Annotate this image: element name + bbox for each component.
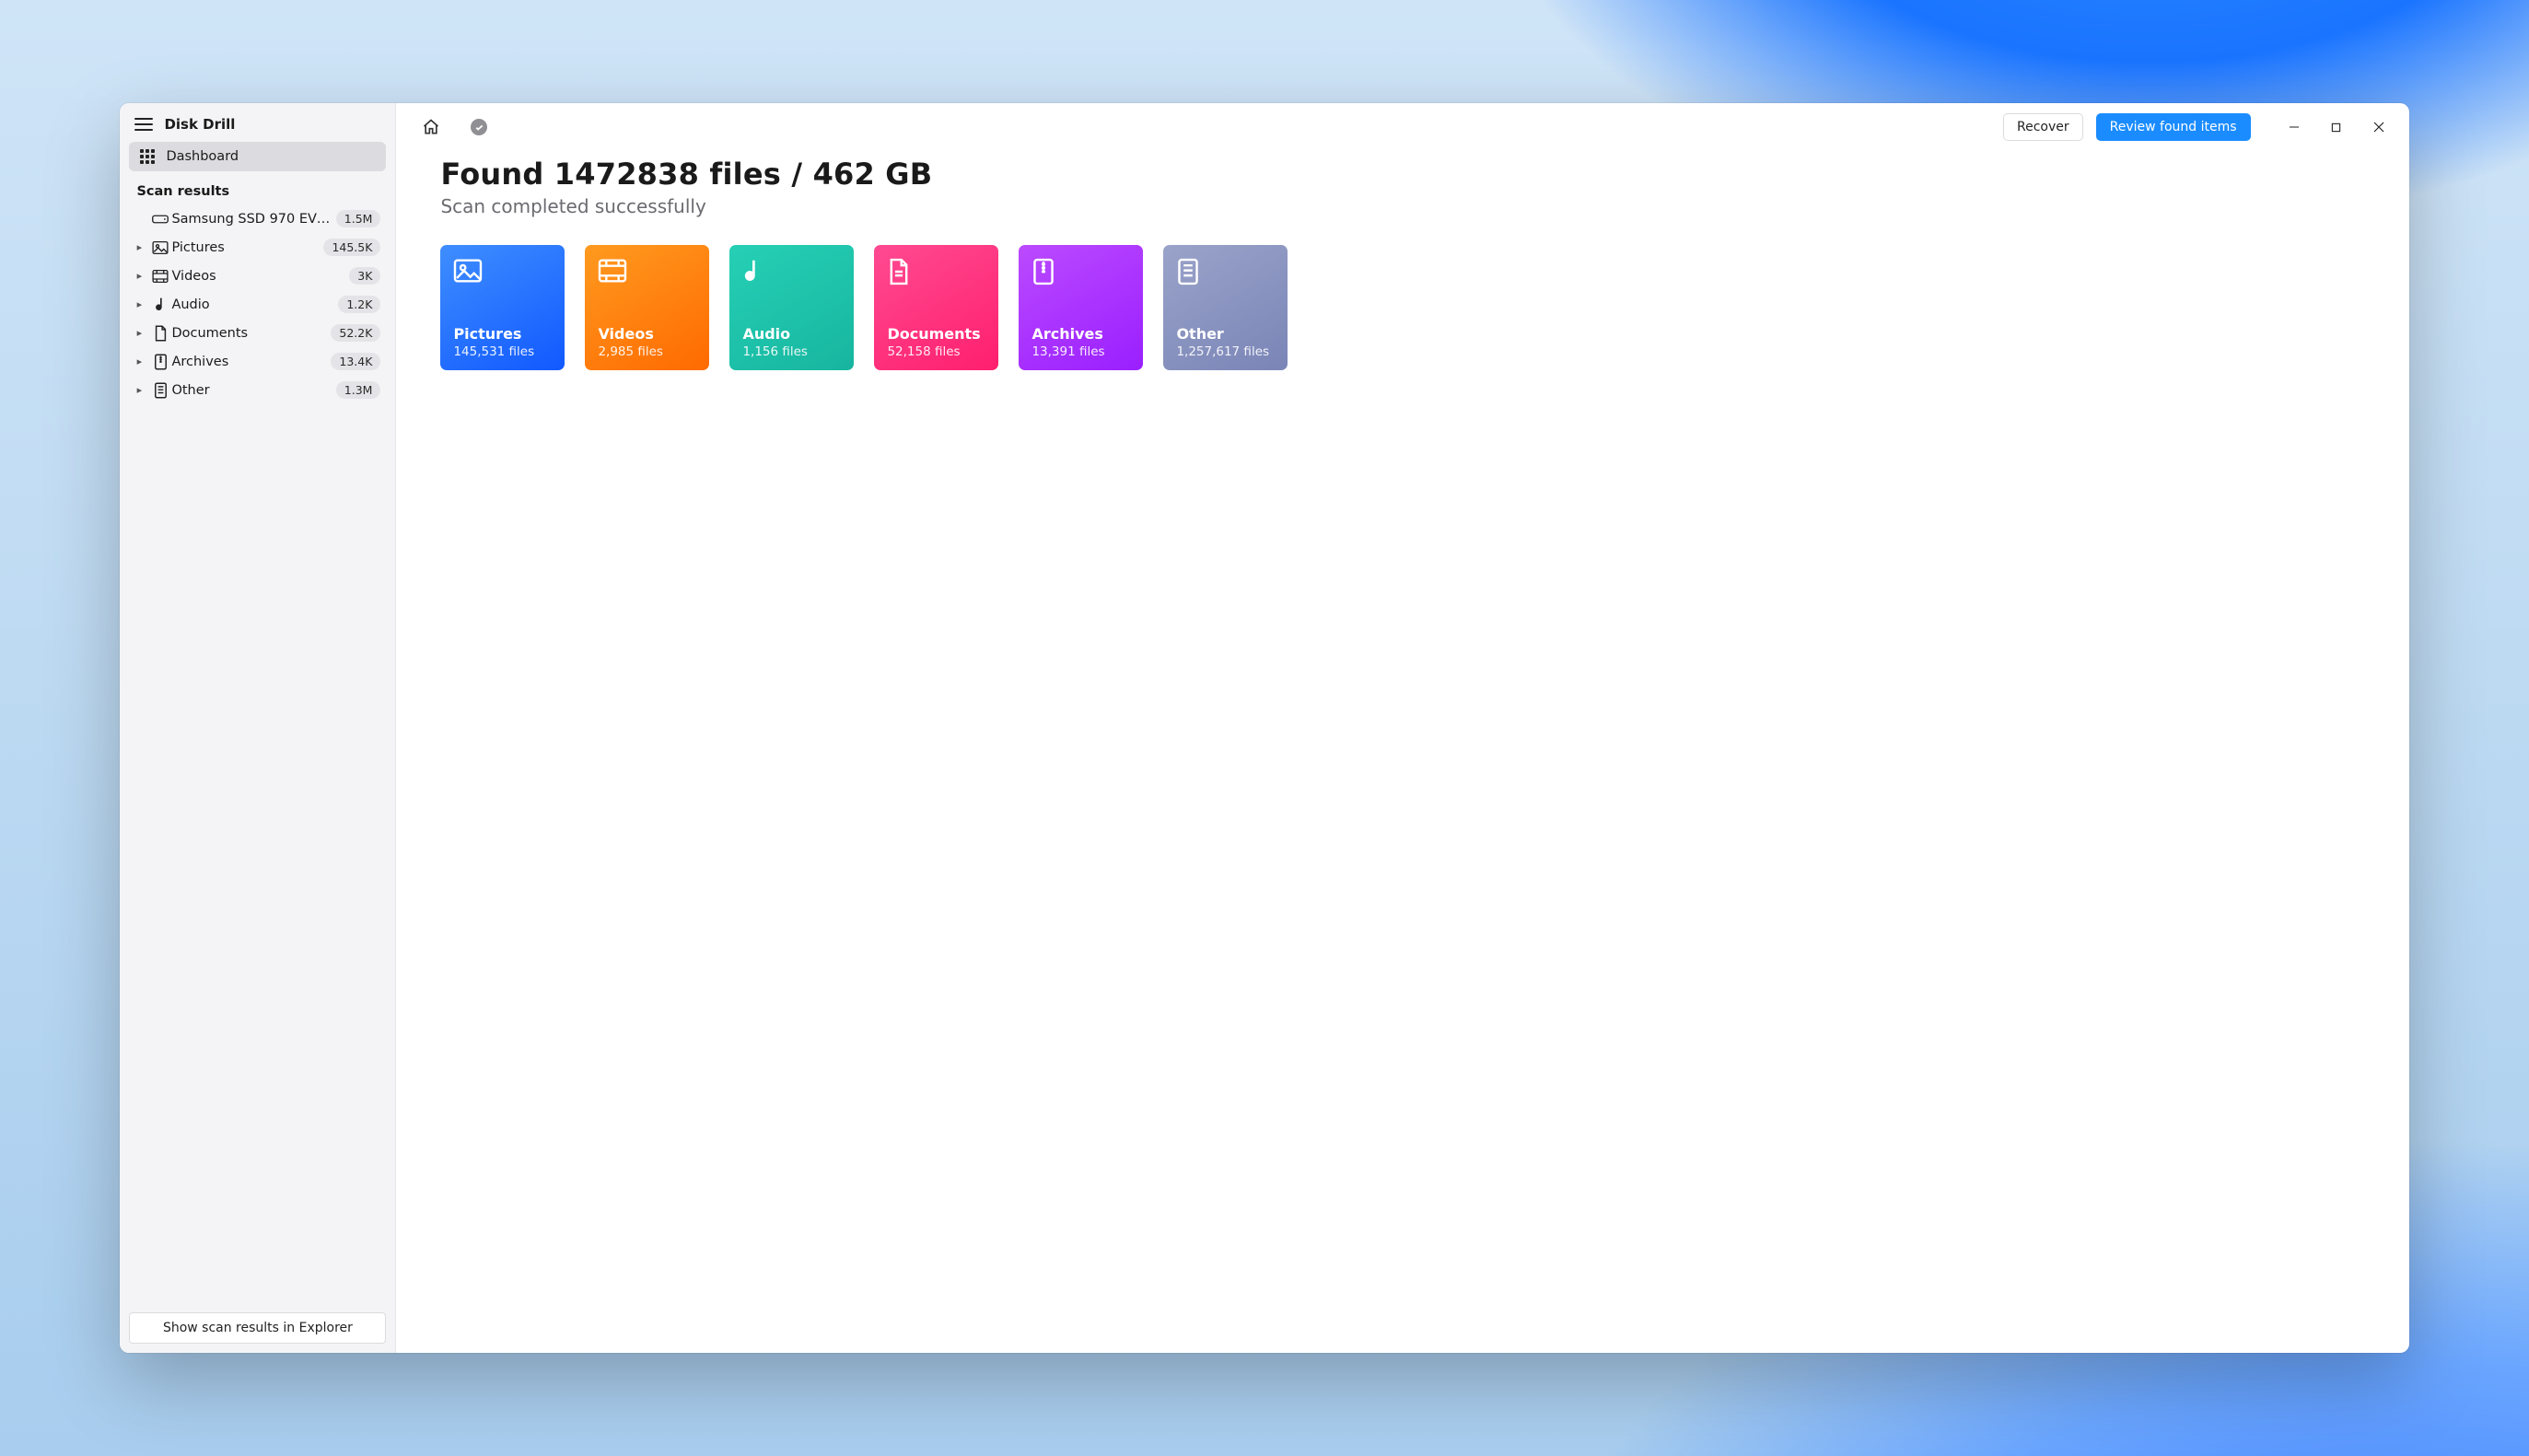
- card-title: Other: [1176, 325, 1275, 343]
- sidebar-item-label: Archives: [171, 355, 331, 369]
- show-in-explorer-button[interactable]: Show scan results in Explorer: [129, 1312, 386, 1344]
- subhead: Scan completed successfully: [440, 195, 2364, 217]
- sidebar-item-videos[interactable]: ▸ Videos 3K: [129, 262, 386, 290]
- status-indicator: [464, 112, 494, 142]
- review-found-items-button[interactable]: Review found items: [2096, 113, 2251, 141]
- home-icon: [422, 118, 440, 136]
- home-button[interactable]: [416, 112, 446, 142]
- chevron-right-icon: ▸: [133, 327, 146, 339]
- video-icon: [598, 258, 696, 289]
- close-icon: [2373, 122, 2384, 133]
- sidebar-header: Disk Drill: [129, 111, 386, 142]
- card-title: Videos: [598, 325, 696, 343]
- chevron-right-icon: ▸: [133, 355, 146, 367]
- card-files: 52,158 files: [887, 344, 985, 359]
- drive-icon: [149, 213, 171, 226]
- maximize-button[interactable]: [2315, 111, 2358, 143]
- sidebar-item-archives[interactable]: ▸ Archives 13.4K: [129, 347, 386, 376]
- sidebar-item-badge: 1.2K: [338, 296, 380, 313]
- sidebar-item-badge: 52.2K: [331, 324, 380, 342]
- app-title: Disk Drill: [164, 116, 235, 133]
- card-title: Documents: [887, 325, 985, 343]
- card-videos[interactable]: Videos 2,985 files: [585, 245, 709, 370]
- card-files: 2,985 files: [598, 344, 696, 359]
- check-icon: [471, 119, 487, 135]
- archive-icon: [1031, 258, 1130, 289]
- hamburger-icon[interactable]: [134, 117, 153, 132]
- grid-icon: [140, 149, 155, 164]
- minimize-icon: [2289, 122, 2300, 133]
- sidebar-item-label: Documents: [171, 326, 331, 341]
- card-title: Audio: [742, 325, 841, 343]
- sidebar-item-pictures[interactable]: ▸ Pictures 145.5K: [129, 233, 386, 262]
- recover-button[interactable]: Recover: [2003, 113, 2083, 141]
- card-audio[interactable]: Audio 1,156 files: [729, 245, 854, 370]
- sidebar-item-label: Videos: [171, 269, 349, 284]
- sidebar-device[interactable]: ▸ Samsung SSD 970 EVO... 1.5M: [129, 204, 386, 233]
- card-title: Pictures: [453, 325, 552, 343]
- sidebar-item-audio[interactable]: ▸ Audio 1.2K: [129, 290, 386, 319]
- maximize-icon: [2331, 122, 2341, 133]
- close-button[interactable]: [2358, 111, 2400, 143]
- chevron-right-icon: ▸: [133, 384, 146, 396]
- sidebar-device-label: Samsung SSD 970 EVO...: [171, 212, 335, 227]
- audio-icon: [742, 258, 841, 289]
- window-controls: [2273, 111, 2400, 143]
- minimize-button[interactable]: [2273, 111, 2315, 143]
- toolbar: Recover Review found items: [396, 103, 2408, 151]
- picture-icon: [149, 240, 171, 255]
- card-files: 1,257,617 files: [1176, 344, 1275, 359]
- category-cards: Pictures 145,531 files Videos 2,985 file…: [440, 245, 2364, 370]
- main-area: Recover Review found items Found 1472838…: [396, 103, 2408, 1352]
- archive-icon: [149, 354, 171, 370]
- headline: Found 1472838 files / 462 GB: [440, 157, 2364, 192]
- card-archives[interactable]: Archives 13,391 files: [1019, 245, 1143, 370]
- chevron-right-icon: ▸: [133, 270, 146, 282]
- sidebar-item-label: Pictures: [171, 240, 323, 255]
- card-files: 145,531 files: [453, 344, 552, 359]
- other-icon: [149, 382, 171, 399]
- sidebar-section-header: Scan results: [129, 171, 386, 204]
- card-title: Archives: [1031, 325, 1130, 343]
- card-files: 13,391 files: [1031, 344, 1130, 359]
- sidebar-item-badge: 145.5K: [323, 239, 380, 256]
- card-other[interactable]: Other 1,257,617 files: [1163, 245, 1288, 370]
- sidebar-item-label: Other: [171, 383, 335, 398]
- nav-dashboard[interactable]: Dashboard: [129, 142, 386, 171]
- document-icon: [887, 258, 985, 289]
- sidebar-item-documents[interactable]: ▸ Documents 52.2K: [129, 319, 386, 347]
- sidebar-item-other[interactable]: ▸ Other 1.3M: [129, 376, 386, 404]
- sidebar-item-badge: 1.3M: [336, 381, 381, 399]
- sidebar: Disk Drill Dashboard Scan results ▸ Sams…: [120, 103, 396, 1352]
- audio-icon: [149, 297, 171, 313]
- sidebar-item-badge: 13.4K: [331, 353, 380, 370]
- other-icon: [1176, 258, 1275, 289]
- card-pictures[interactable]: Pictures 145,531 files: [440, 245, 565, 370]
- sidebar-device-badge: 1.5M: [336, 210, 381, 227]
- document-icon: [149, 325, 171, 342]
- sidebar-item-badge: 3K: [349, 267, 380, 285]
- chevron-right-icon: ▸: [133, 298, 146, 310]
- picture-icon: [453, 258, 552, 289]
- chevron-right-icon: ▸: [133, 241, 146, 253]
- card-documents[interactable]: Documents 52,158 files: [874, 245, 998, 370]
- content: Found 1472838 files / 462 GB Scan comple…: [396, 151, 2408, 376]
- card-files: 1,156 files: [742, 344, 841, 359]
- app-window: Disk Drill Dashboard Scan results ▸ Sams…: [120, 103, 2408, 1352]
- sidebar-item-label: Audio: [171, 297, 338, 312]
- nav-dashboard-label: Dashboard: [166, 149, 239, 164]
- video-icon: [149, 269, 171, 284]
